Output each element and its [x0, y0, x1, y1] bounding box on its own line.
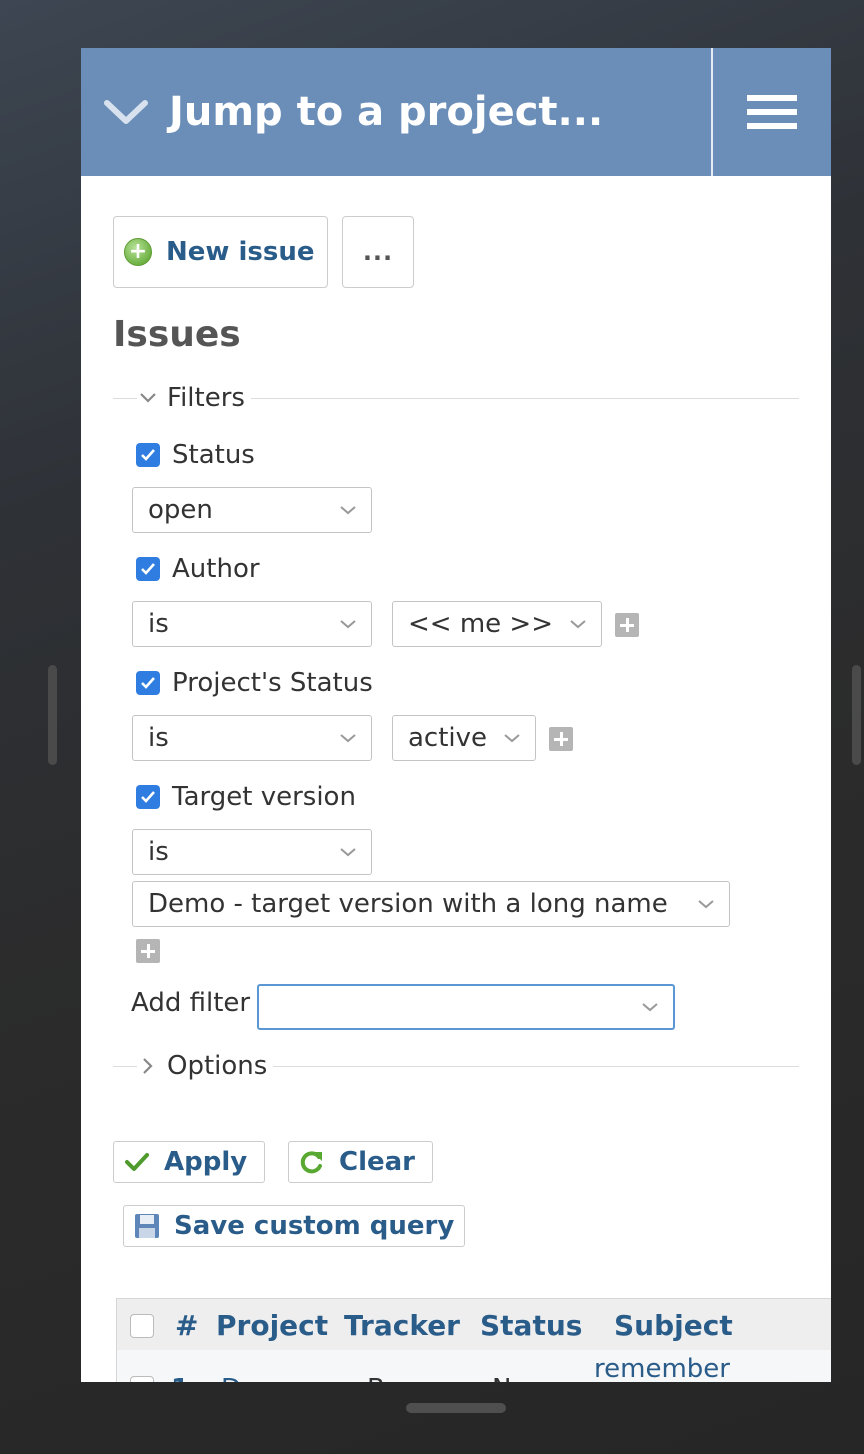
apply-label: Apply: [164, 1147, 248, 1177]
row-checkbox[interactable]: [130, 1376, 154, 1382]
more-actions-button[interactable]: ...: [342, 216, 414, 288]
chevron-right-icon: [137, 1057, 159, 1075]
chevron-down-icon: [337, 733, 359, 743]
chevron-down-icon: [337, 505, 359, 515]
filter-status-row: Status: [136, 440, 255, 470]
project-jump-label: Jump to a project...: [169, 89, 604, 135]
filters-toggle[interactable]: Filters: [137, 383, 251, 413]
options-legend-label: Options: [167, 1051, 268, 1081]
chevron-down-icon: [695, 899, 717, 909]
clear-button[interactable]: Clear: [288, 1141, 433, 1183]
project-jump-dropdown[interactable]: Jump to a project...: [103, 48, 703, 176]
new-issue-label: New issue: [166, 237, 315, 267]
save-icon: [134, 1213, 160, 1239]
filter-author-checkbox[interactable]: [136, 557, 160, 581]
filters-legend-label: Filters: [167, 383, 245, 413]
page-title: Issues: [113, 314, 241, 355]
filter-target-version-value: Demo - target version with a long name: [148, 889, 668, 919]
target-version-add-value-plus-icon[interactable]: [136, 939, 160, 963]
filter-target-version-label: Target version: [172, 782, 356, 812]
project-status-add-value-plus-icon[interactable]: [549, 727, 573, 751]
table-header-row: # Project Tracker Status Subject: [116, 1298, 831, 1350]
window-side-handle-left: [48, 665, 57, 765]
add-filter-select[interactable]: [257, 984, 675, 1030]
filter-target-version-operator-value: is: [148, 837, 169, 867]
filter-project-status-row: Project's Status: [136, 668, 373, 698]
column-header-project[interactable]: Project: [216, 1309, 328, 1342]
filter-target-version-value-select[interactable]: Demo - target version with a long name: [132, 881, 730, 927]
filter-status-operator-select[interactable]: open: [132, 487, 372, 533]
clear-label: Clear: [339, 1147, 415, 1177]
add-circle-icon: +: [124, 238, 152, 266]
select-all-checkbox[interactable]: [130, 1314, 154, 1338]
issue-id-link[interactable]: 1: [171, 1374, 189, 1382]
checkmark-icon: [124, 1149, 150, 1175]
apply-button[interactable]: Apply: [113, 1141, 265, 1183]
filter-project-status-operator-value: is: [148, 723, 169, 753]
chevron-down-icon: [137, 392, 159, 404]
filter-status-checkbox[interactable]: [136, 443, 160, 467]
filter-project-status-value-select[interactable]: active: [392, 715, 536, 761]
issues-table: # Project Tracker Status Subject 1 Demo …: [116, 1298, 831, 1382]
add-filter-label: Add filter: [131, 988, 251, 1018]
save-custom-query-button[interactable]: Save custom query: [123, 1205, 465, 1247]
author-add-value-plus-icon[interactable]: [615, 613, 639, 637]
chevron-down-icon: [639, 1002, 661, 1012]
home-indicator-bar: [406, 1403, 506, 1413]
top-header: Jump to a project...: [81, 48, 831, 176]
filter-author-operator-value: is: [148, 609, 169, 639]
filter-project-status-checkbox[interactable]: [136, 671, 160, 695]
filter-author-label: Author: [172, 554, 260, 584]
chevron-down-icon: [567, 619, 589, 629]
issue-subject-link[interactable]: remember: [594, 1354, 730, 1382]
column-header-status[interactable]: Status: [480, 1309, 582, 1342]
chevron-down-icon: [501, 733, 523, 743]
filter-target-version-checkbox[interactable]: [136, 785, 160, 809]
column-header-subject[interactable]: Subject: [614, 1309, 733, 1342]
new-issue-button[interactable]: + New issue: [113, 216, 328, 288]
table-row: 1 Demo Bug New remember: [116, 1350, 831, 1382]
filter-target-version-row: Target version: [136, 782, 356, 812]
filter-project-status-operator-select[interactable]: is: [132, 715, 372, 761]
filter-project-status-label: Project's Status: [172, 668, 373, 698]
options-toggle[interactable]: Options: [137, 1051, 274, 1081]
issue-status: New: [492, 1374, 549, 1382]
chevron-down-icon: [337, 847, 359, 857]
column-header-id[interactable]: #: [175, 1309, 198, 1342]
chevron-down-icon: [103, 92, 149, 132]
hamburger-icon: [747, 87, 797, 137]
reload-icon: [299, 1149, 325, 1175]
main-menu-button[interactable]: [713, 48, 831, 176]
filter-project-status-value: active: [408, 723, 488, 753]
mobile-viewport: Jump to a project... + New issue ... Iss…: [81, 48, 831, 1382]
filter-author-operator-select[interactable]: is: [132, 601, 372, 647]
filter-status-operator-value: open: [148, 495, 213, 525]
chevron-down-icon: [337, 619, 359, 629]
column-header-tracker[interactable]: Tracker: [344, 1309, 460, 1342]
filter-status-label: Status: [172, 440, 255, 470]
filter-target-version-operator-select[interactable]: is: [132, 829, 372, 875]
issue-tracker: Bug: [367, 1374, 418, 1382]
window-side-handle-right: [852, 665, 861, 765]
save-custom-query-label: Save custom query: [174, 1211, 455, 1241]
issue-project-link[interactable]: Demo: [221, 1374, 298, 1382]
filter-author-row: Author: [136, 554, 260, 584]
filter-author-value-select[interactable]: << me >>: [392, 601, 602, 647]
filter-author-value: << me >>: [408, 609, 553, 639]
